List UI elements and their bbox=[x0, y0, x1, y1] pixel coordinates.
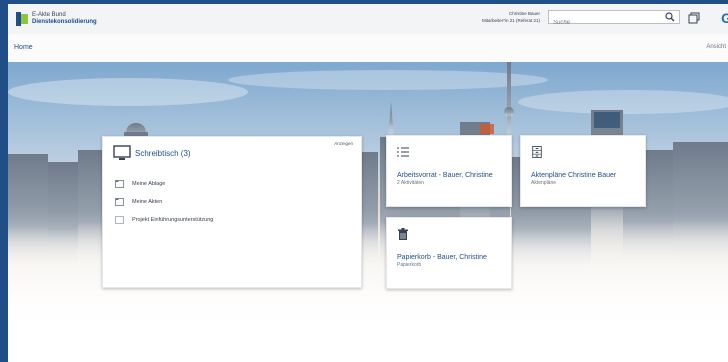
window-switch-icon[interactable] bbox=[688, 12, 700, 24]
folder-icon bbox=[115, 198, 124, 206]
desk-list: Meine Ablage Meine Akten Projekt Einführ… bbox=[115, 175, 213, 229]
user-name: Christine Bauer bbox=[508, 11, 540, 16]
logo-line-1: E-Akte Bund bbox=[32, 12, 66, 18]
desk-title[interactable]: Schreibtisch (3) bbox=[135, 149, 191, 158]
view-link[interactable]: Ansicht bbox=[706, 44, 726, 50]
desk-item-meine-akten[interactable]: Meine Akten bbox=[115, 193, 213, 211]
search-box bbox=[548, 10, 680, 29]
desk-card[interactable]: Schreibtisch (3) Anzeigen Meine Ablage M… bbox=[102, 136, 362, 288]
desk-item-meine-ablage[interactable]: Meine Ablage bbox=[115, 175, 213, 193]
desk-item-label: Meine Ablage bbox=[132, 181, 166, 187]
tile-title: Arbeitsvorrat - Bauer, Christine bbox=[397, 172, 493, 179]
user-role: Mitarbeiter*in 21 (Referat 21) bbox=[481, 18, 540, 23]
desk-show-link[interactable]: Anzeigen bbox=[334, 141, 353, 146]
desk-item-label: Meine Akten bbox=[132, 199, 163, 205]
user-info[interactable]: Christine Bauer Mitarbeiter*in 21 (Refer… bbox=[482, 10, 540, 24]
window-frame-left bbox=[0, 0, 8, 362]
breadcrumb-home[interactable]: Home bbox=[14, 44, 33, 51]
tile-subtitle: Papierkorb bbox=[397, 262, 422, 268]
app-logo-icon bbox=[16, 12, 28, 26]
top-bar: E-Akte Bund Dienstekonsolidierung Christ… bbox=[8, 4, 728, 35]
tile-subtitle: 2 Aktivitäten bbox=[397, 180, 424, 186]
cabinet-icon bbox=[532, 146, 542, 158]
monitor-icon bbox=[113, 145, 131, 160]
search-icon[interactable] bbox=[665, 12, 675, 22]
desk-item-label: Projekt Einführungsunterstützung bbox=[132, 217, 214, 223]
folder-icon bbox=[115, 216, 124, 224]
tile-papierkorb[interactable]: Papierkorb - Bauer, Christine Papierkorb bbox=[386, 217, 512, 289]
tile-aktenplaene[interactable]: Aktenpläne Christine Bauer Aktenpläne bbox=[520, 135, 646, 207]
logo-line-2: Dienstekonsolidierung bbox=[32, 19, 97, 25]
app-logo-text[interactable]: E-Akte Bund Dienstekonsolidierung bbox=[32, 12, 97, 26]
breadcrumb-bar: Home Ansicht bbox=[8, 34, 728, 62]
list-icon bbox=[397, 147, 409, 157]
tile-arbeitsvorrat[interactable]: Arbeitsvorrat - Bauer, Christine 2 Aktiv… bbox=[386, 135, 512, 207]
folder-icon bbox=[115, 180, 124, 188]
tile-title: Aktenpläne Christine Bauer bbox=[531, 172, 617, 179]
tile-title: Papierkorb - Bauer, Christine bbox=[397, 254, 487, 261]
search-input[interactable] bbox=[549, 17, 667, 29]
desk-item-projekt[interactable]: Projekt Einführungsunterstützung bbox=[115, 211, 213, 229]
brand-g-icon[interactable]: G bbox=[721, 10, 728, 26]
tile-subtitle: Aktenpläne bbox=[531, 180, 557, 186]
trash-icon bbox=[398, 228, 408, 240]
window-frame-top bbox=[0, 0, 728, 4]
